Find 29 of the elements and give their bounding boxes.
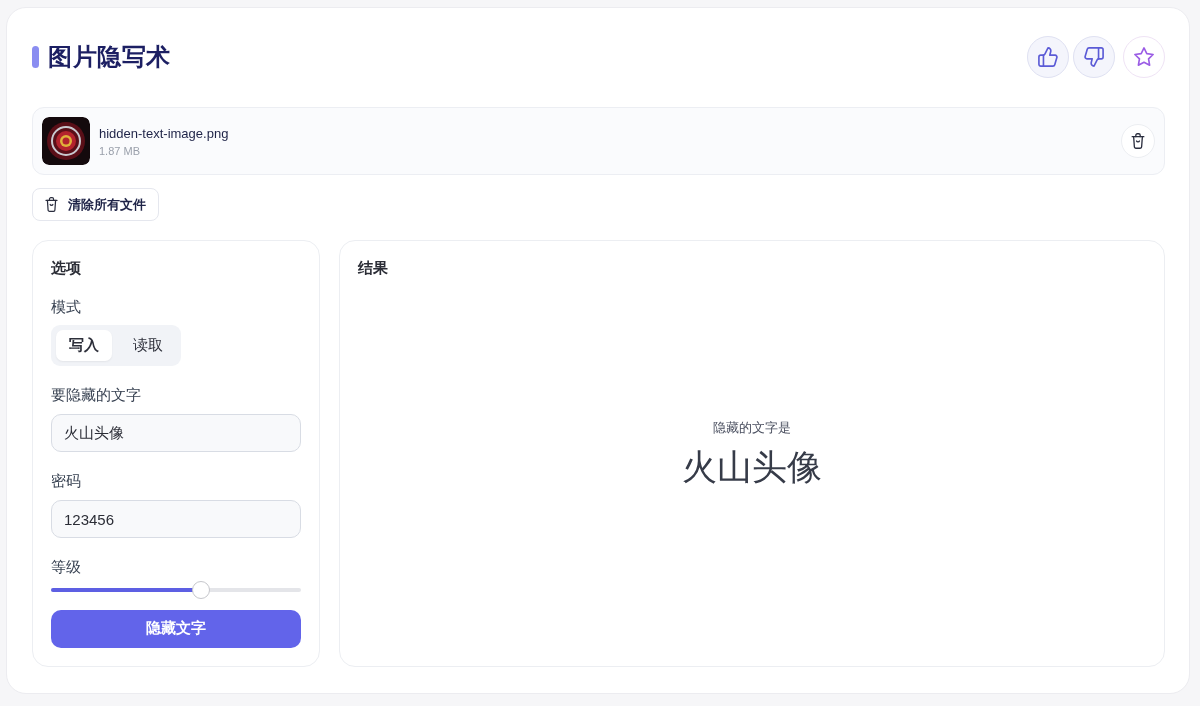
field-label: 等级 [51,557,81,577]
trash-icon [44,197,59,212]
thumbs-up-icon [1038,47,1058,67]
file-name: hidden-text-image.png [99,125,229,141]
page-title: 图片隐写术 [48,42,171,72]
field-label: 密码 [51,471,81,491]
favorite-button[interactable] [1123,36,1165,78]
mode-tab[interactable]: 写入 [56,330,112,361]
panel-title: 结果 [358,258,388,278]
panel-title: 选项 [51,258,81,278]
dislike-button[interactable] [1073,36,1115,78]
field-label: 要隐藏的文字 [51,385,141,405]
file-size: 1.87 MB [99,144,140,157]
image-thumbnail [42,117,90,165]
delete-file-button[interactable] [1121,124,1155,158]
mode-tab[interactable]: 读取 [120,330,176,361]
like-button[interactable] [1027,36,1069,78]
hide-text-button[interactable]: 隐藏文字 [51,609,301,648]
title-accent-bar [32,46,39,68]
text-input[interactable]: 123456 [51,500,301,538]
revealed-text: 火山头像 [682,445,822,488]
result-caption: 隐藏的文字是 [713,419,791,436]
field-label: 模式 [51,297,81,317]
thumbs-down-icon [1084,47,1104,67]
slider-thumb[interactable] [192,580,210,599]
clear-all-files-button[interactable]: 清除所有文件 [32,188,159,221]
text-input[interactable]: 火山头像 [51,414,301,452]
star-icon [1134,47,1154,67]
trash-icon [1130,133,1146,149]
